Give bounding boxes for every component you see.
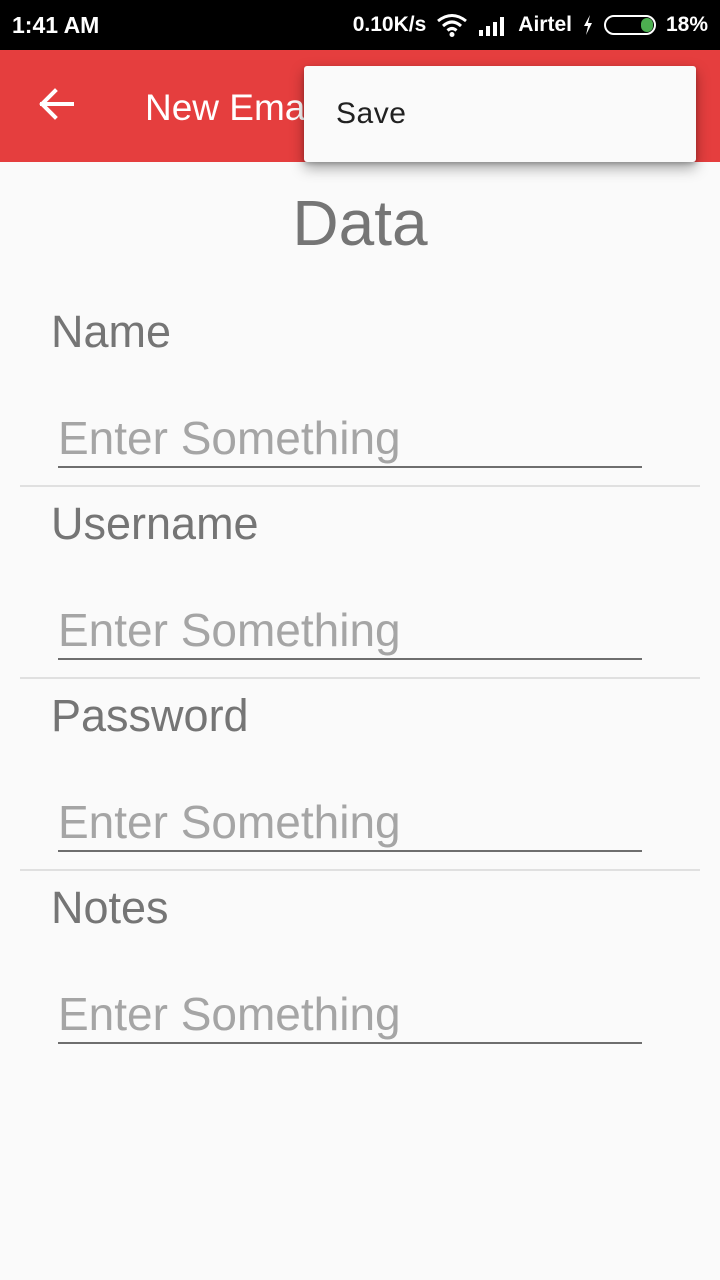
status-indicators: 0.10K/s Airtel 18% [353,10,708,40]
charging-icon [582,14,594,36]
battery-fill [640,18,653,32]
name-label: Name [51,306,172,357]
status-time: 1:41 AM [12,12,100,38]
back-button[interactable] [26,76,86,136]
app-title: New Email [145,87,322,128]
username-label: Username [51,498,259,549]
divider [20,869,700,871]
username-input[interactable] [58,602,642,660]
divider [20,485,700,487]
overflow-menu: Save [304,66,696,162]
notes-input[interactable] [58,986,642,1044]
wifi-icon [436,13,468,37]
network-speed: 0.10K/s [352,13,427,36]
password-input[interactable] [58,794,642,852]
status-bar: 1:41 AM 0.10K/s Airtel 18% [0,0,720,50]
battery-icon [603,15,656,35]
menu-item-save[interactable]: Save [304,66,696,162]
divider [20,677,700,679]
carrier-name: Airtel [518,13,572,36]
signal-icon [478,14,508,36]
password-label: Password [51,690,249,741]
name-input[interactable] [58,410,642,468]
section-title: Data [292,187,428,259]
battery-percent: 18% [665,13,708,36]
notes-label: Notes [51,882,169,933]
arrow-left-icon [38,87,74,125]
